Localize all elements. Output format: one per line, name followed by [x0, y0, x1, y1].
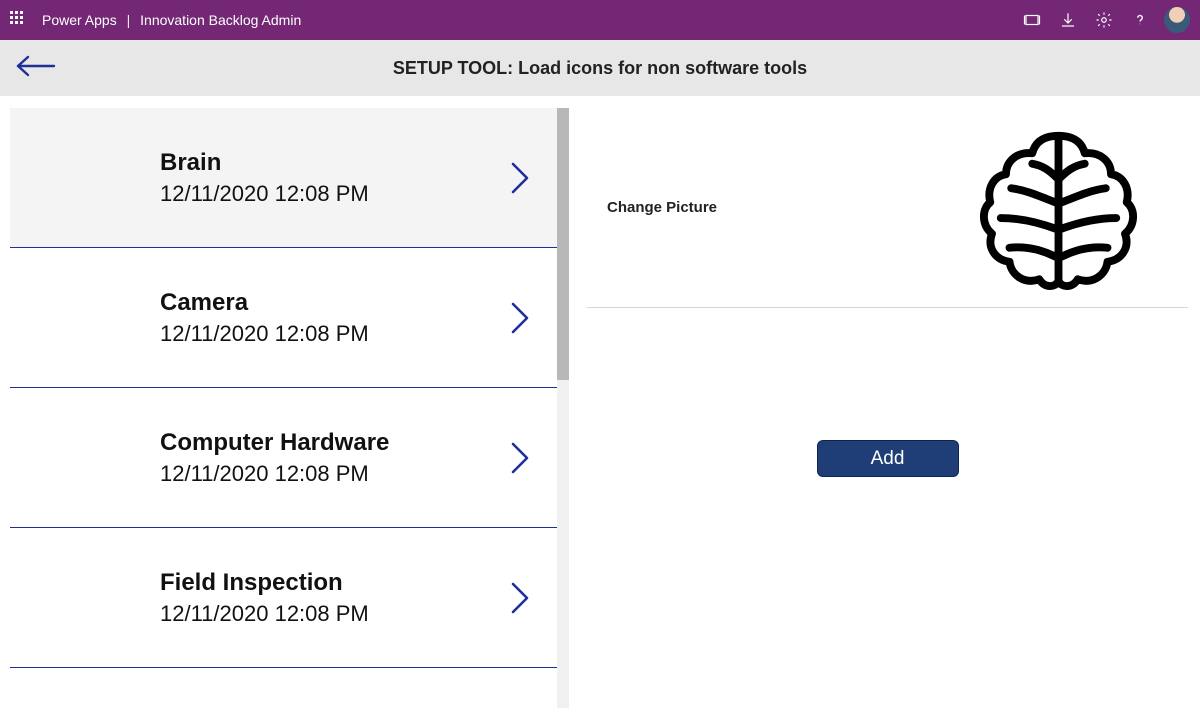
list-item-name: Field Inspection — [160, 569, 508, 597]
list-item-date: 12/11/2020 12:08 PM — [160, 601, 508, 627]
fit-screen-icon[interactable] — [1014, 11, 1050, 29]
brain-icon — [968, 118, 1148, 298]
change-picture-row[interactable]: Change Picture — [587, 108, 1188, 308]
app-topbar: Power Apps | Innovation Backlog Admin — [0, 0, 1200, 40]
list-item-date: 12/11/2020 12:08 PM — [160, 461, 508, 487]
page-banner: SETUP TOOL: Load icons for non software … — [0, 40, 1200, 96]
list-item-name: Camera — [160, 289, 508, 317]
list-item-date: 12/11/2020 12:08 PM — [160, 181, 508, 207]
list-item-name: Brain — [160, 149, 508, 177]
list-item[interactable]: Field Inspection 12/11/2020 12:08 PM — [10, 528, 558, 668]
chevron-right-icon — [508, 160, 534, 196]
app-name: Innovation Backlog Admin — [140, 12, 301, 28]
list-item-date: 12/11/2020 12:08 PM — [160, 321, 508, 347]
page-title: SETUP TOOL: Load icons for non software … — [0, 58, 1200, 79]
chevron-right-icon — [508, 440, 534, 476]
waffle-icon[interactable] — [10, 11, 28, 29]
change-picture-label: Change Picture — [587, 199, 717, 216]
download-icon[interactable] — [1050, 11, 1086, 29]
chevron-right-icon — [508, 580, 534, 616]
content-area: Brain 12/11/2020 12:08 PM Camera 12/11/2020… — [0, 96, 1200, 712]
chevron-right-icon — [508, 300, 534, 336]
add-button[interactable]: Add — [817, 440, 959, 477]
list-item[interactable]: Brain 12/11/2020 12:08 PM — [10, 108, 558, 248]
list-item-name: Computer Hardware — [160, 429, 508, 457]
scrollbar-thumb[interactable] — [557, 108, 569, 380]
gear-icon[interactable] — [1086, 11, 1122, 29]
tool-list: Brain 12/11/2020 12:08 PM Camera 12/11/2020… — [10, 108, 558, 712]
list-item[interactable]: Camera 12/11/2020 12:08 PM — [10, 248, 558, 388]
scrollbar-track[interactable] — [557, 108, 569, 708]
title-divider: | — [123, 12, 134, 28]
detail-pane: Change Picture Add — [575, 96, 1200, 712]
avatar[interactable] — [1164, 7, 1190, 33]
help-icon[interactable] — [1122, 11, 1158, 29]
product-name: Power Apps — [42, 12, 117, 28]
tool-list-wrap: Brain 12/11/2020 12:08 PM Camera 12/11/2020… — [0, 96, 575, 712]
back-arrow-icon[interactable] — [14, 54, 56, 83]
list-item[interactable]: Computer Hardware 12/11/2020 12:08 PM — [10, 388, 558, 528]
